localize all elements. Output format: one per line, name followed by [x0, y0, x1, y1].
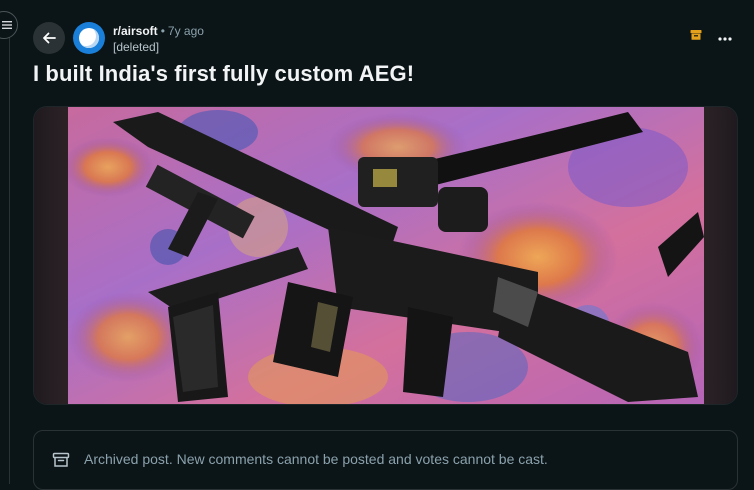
subreddit-avatar[interactable] — [73, 22, 105, 54]
left-rail — [0, 0, 18, 484]
avatar-logo — [79, 28, 99, 48]
hamburger-icon — [2, 21, 12, 29]
back-button[interactable] — [33, 22, 65, 54]
post-author: [deleted] — [113, 40, 160, 54]
menu-toggle-button[interactable] — [0, 11, 18, 39]
post-actions — [690, 28, 732, 46]
media-blur-right — [702, 107, 737, 404]
subreddit-link[interactable]: r/airsoft — [113, 24, 158, 38]
archived-notice: Archived post. New comments cannot be po… — [33, 430, 738, 490]
post-age: 7y ago — [167, 24, 204, 38]
archive-icon — [690, 30, 702, 40]
media-blur-left — [34, 107, 69, 404]
post-image — [68, 107, 704, 404]
archive-button[interactable] — [690, 28, 702, 46]
more-horizontal-icon — [718, 37, 732, 41]
more-options-button[interactable] — [718, 28, 732, 46]
archive-icon — [52, 452, 70, 467]
arrow-left-icon — [43, 32, 56, 44]
meta-separator: • — [160, 24, 165, 38]
post-media[interactable] — [33, 106, 738, 405]
post-title[interactable]: I built India's first fully custom AEG! — [33, 59, 414, 89]
archived-notice-text: Archived post. New comments cannot be po… — [84, 451, 548, 467]
post-meta: r/airsoft • 7y ago [deleted] — [113, 23, 204, 55]
rail-divider — [9, 38, 10, 484]
